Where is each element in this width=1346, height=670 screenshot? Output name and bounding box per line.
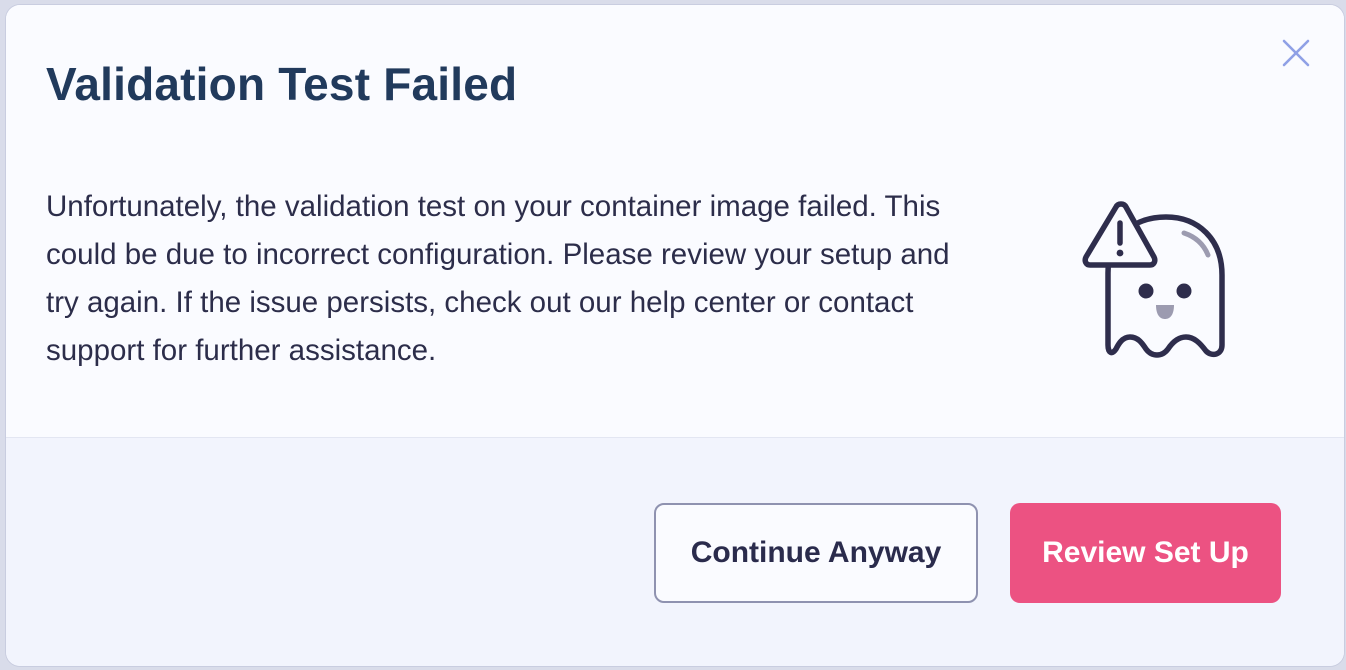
review-setup-button[interactable]: Review Set Up bbox=[1010, 503, 1281, 603]
dialog-body: Validation Test Failed Unfortunately, th… bbox=[6, 5, 1344, 437]
dialog-message: Unfortunately, the validation test on yo… bbox=[46, 190, 950, 367]
continue-anyway-button[interactable]: Continue Anyway bbox=[654, 503, 978, 603]
dialog-title: Validation Test Failed bbox=[46, 58, 518, 110]
validation-failed-dialog: Validation Test Failed Unfortunately, th… bbox=[6, 5, 1344, 666]
close-button[interactable] bbox=[1278, 35, 1314, 71]
close-icon bbox=[1282, 39, 1310, 67]
dialog-footer: Continue Anyway Review Set Up bbox=[6, 438, 1344, 666]
ghost-warning-icon bbox=[1082, 201, 1225, 358]
